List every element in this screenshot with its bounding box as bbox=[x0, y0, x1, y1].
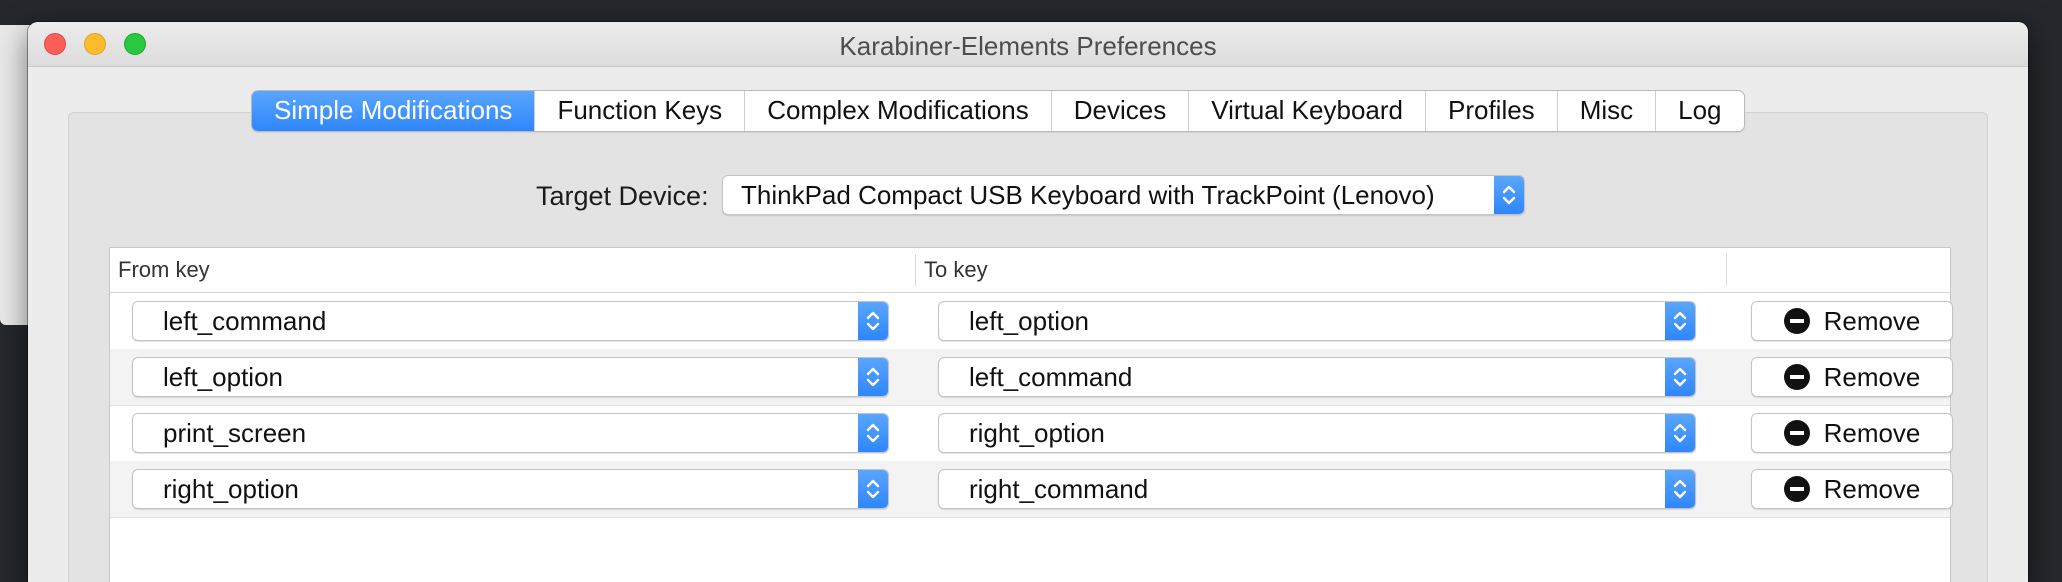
chevron-up-down-icon bbox=[1494, 176, 1524, 214]
table-header: From key To key bbox=[110, 248, 1950, 293]
column-divider bbox=[1726, 254, 1727, 286]
chevron-up-down-icon bbox=[858, 414, 888, 452]
chevron-up-down-icon bbox=[858, 470, 888, 508]
to-key-value: left_command bbox=[969, 361, 1133, 392]
to-key-select[interactable]: left_option bbox=[938, 301, 1696, 341]
from-key-value: right_option bbox=[163, 473, 299, 504]
table-row: print_screen right_option Remove bbox=[110, 405, 1953, 462]
to-key-header: To key bbox=[924, 257, 988, 282]
chevron-up-down-icon bbox=[858, 358, 888, 396]
from-key-select[interactable]: left_option bbox=[132, 357, 889, 397]
tab-devices[interactable]: Devices bbox=[1052, 91, 1190, 131]
from-key-select[interactable]: right_option bbox=[132, 469, 889, 509]
minus-circle-icon bbox=[1783, 308, 1810, 334]
minus-circle-icon bbox=[1783, 476, 1810, 502]
simple-modifications-table: From key To key left_command left_option… bbox=[109, 247, 1953, 582]
tab-log[interactable]: Log bbox=[1656, 91, 1743, 131]
to-key-value: left_option bbox=[969, 305, 1089, 336]
from-key-header: From key bbox=[118, 257, 210, 282]
tab-profiles[interactable]: Profiles bbox=[1426, 91, 1558, 131]
to-key-value: right_option bbox=[969, 417, 1105, 448]
preferences-window: Karabiner-Elements Preferences Simple Mo… bbox=[28, 22, 2028, 582]
remove-button[interactable]: Remove bbox=[1751, 357, 1953, 397]
tab-bar: Simple Modifications Function Keys Compl… bbox=[251, 90, 1745, 132]
tab-complex-modifications[interactable]: Complex Modifications bbox=[745, 91, 1052, 131]
title-bar: Karabiner-Elements Preferences bbox=[28, 22, 2028, 67]
table-row: left_option left_command Remove bbox=[110, 349, 1953, 406]
to-key-select[interactable]: right_option bbox=[938, 413, 1696, 453]
to-key-value: right_command bbox=[969, 473, 1149, 504]
chevron-up-down-icon bbox=[1665, 414, 1695, 452]
remove-button[interactable]: Remove bbox=[1751, 469, 1953, 509]
remove-button-label: Remove bbox=[1823, 305, 1921, 336]
from-key-value: left_command bbox=[163, 305, 327, 336]
column-divider bbox=[915, 254, 916, 286]
target-device-value: ThinkPad Compact USB Keyboard with Track… bbox=[741, 179, 1435, 210]
remove-button[interactable]: Remove bbox=[1751, 413, 1953, 453]
target-device-label: Target Device: bbox=[536, 181, 709, 211]
tab-simple-modifications[interactable]: Simple Modifications bbox=[252, 91, 536, 131]
tab-misc[interactable]: Misc bbox=[1558, 91, 1657, 131]
chevron-up-down-icon bbox=[858, 302, 888, 340]
target-device-select[interactable]: ThinkPad Compact USB Keyboard with Track… bbox=[722, 175, 1525, 215]
to-key-select[interactable]: left_command bbox=[938, 357, 1696, 397]
table-row: right_option right_command Remove bbox=[110, 461, 1953, 518]
remove-button[interactable]: Remove bbox=[1751, 301, 1953, 341]
tab-virtual-keyboard[interactable]: Virtual Keyboard bbox=[1189, 91, 1426, 131]
minus-circle-icon bbox=[1783, 420, 1810, 446]
to-key-select[interactable]: right_command bbox=[938, 469, 1696, 509]
remove-button-label: Remove bbox=[1823, 473, 1921, 504]
remove-button-label: Remove bbox=[1823, 361, 1921, 392]
chevron-up-down-icon bbox=[1665, 358, 1695, 396]
table-row: left_command left_option Remove bbox=[110, 293, 1953, 350]
window-title: Karabiner-Elements Preferences bbox=[839, 31, 1217, 61]
from-key-select[interactable]: left_command bbox=[132, 301, 889, 341]
from-key-select[interactable]: print_screen bbox=[132, 413, 889, 453]
from-key-value: print_screen bbox=[163, 417, 307, 448]
tab-function-keys[interactable]: Function Keys bbox=[535, 91, 746, 131]
minus-circle-icon bbox=[1783, 364, 1810, 390]
from-key-value: left_option bbox=[163, 361, 283, 392]
remove-button-label: Remove bbox=[1823, 417, 1921, 448]
chevron-up-down-icon bbox=[1665, 302, 1695, 340]
chevron-up-down-icon bbox=[1665, 470, 1695, 508]
